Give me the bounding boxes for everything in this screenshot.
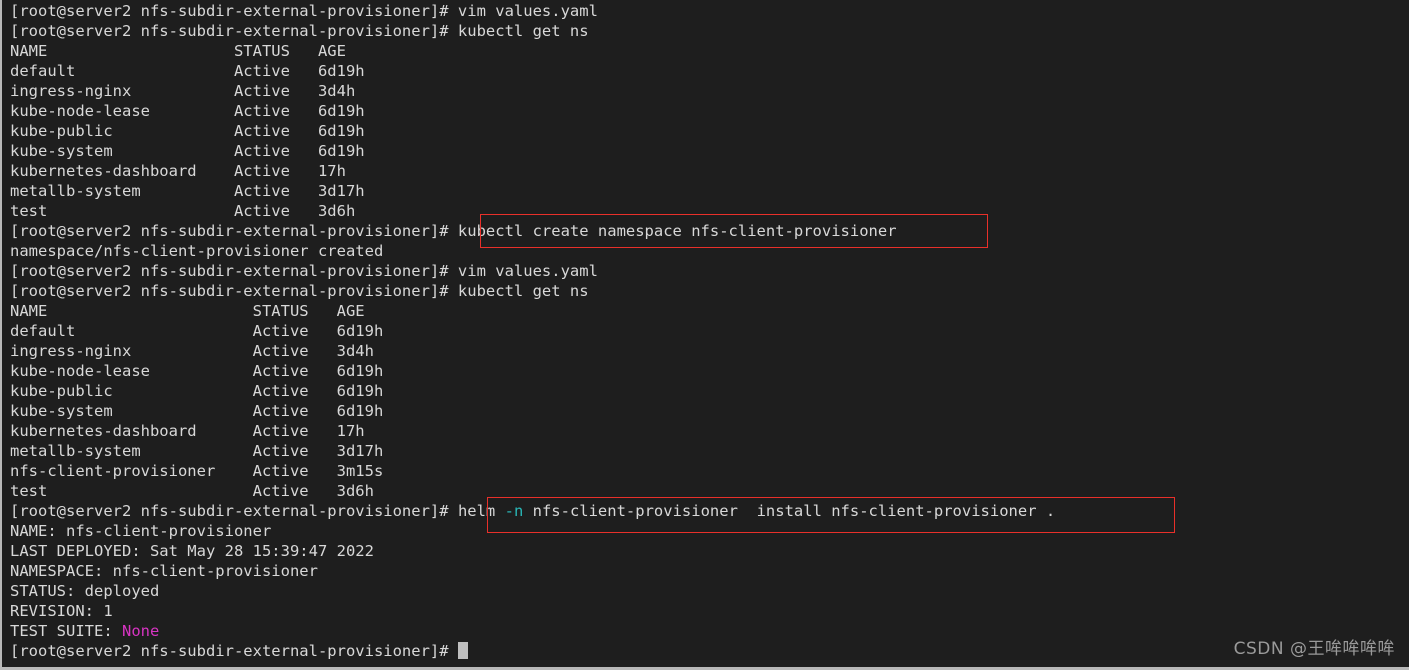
terminal-line-text: kube-system Active 6d19h bbox=[10, 402, 384, 420]
helm-namespace-line: NAMESPACE: nfs-client-provisioner bbox=[2, 561, 1409, 581]
table-row: default Active 6d19h bbox=[2, 321, 1409, 341]
shell-prompt: [root@server2 nfs-subdir-external-provis… bbox=[10, 642, 458, 660]
table-row: kube-node-lease Active 6d19h bbox=[2, 101, 1409, 121]
terminal-output[interactable]: [root@server2 nfs-subdir-external-provis… bbox=[2, 0, 1409, 661]
table-row: default Active 6d19h bbox=[2, 61, 1409, 81]
csdn-watermark: CSDN @王哞哞哞哞 bbox=[1233, 639, 1395, 659]
terminal-line-text: [root@server2 nfs-subdir-external-provis… bbox=[10, 22, 589, 40]
table-row: test Active 3d6h bbox=[2, 201, 1409, 221]
terminal-line-text: ingress-nginx Active 3d4h bbox=[10, 342, 374, 360]
terminal-line-text: kube-system Active 6d19h bbox=[10, 142, 365, 160]
text-cursor bbox=[457, 642, 468, 659]
table-row: metallb-system Active 3d17h bbox=[2, 441, 1409, 461]
terminal-line-text: test Active 3d6h bbox=[10, 202, 356, 220]
terminal-line: [root@server2 nfs-subdir-external-provis… bbox=[2, 281, 1409, 301]
terminal-line-text: test Active 3d6h bbox=[10, 482, 374, 500]
terminal-line: [root@server2 nfs-subdir-external-provis… bbox=[2, 1, 1409, 21]
helm-test-suite-line: TEST SUITE: None bbox=[2, 621, 1409, 641]
table-row: kube-public Active 6d19h bbox=[2, 381, 1409, 401]
test-suite-value: None bbox=[121, 622, 160, 640]
terminal-line-helm-install: [root@server2 nfs-subdir-external-provis… bbox=[2, 501, 1409, 521]
terminal-line-text: REVISION: 1 bbox=[10, 602, 113, 620]
terminal-line-text: kube-node-lease Active 6d19h bbox=[10, 362, 384, 380]
terminal-line: [root@server2 nfs-subdir-external-provis… bbox=[2, 21, 1409, 41]
terminal-line-text: LAST DEPLOYED: Sat May 28 15:39:47 2022 bbox=[10, 542, 374, 560]
terminal-line-text: namespace/nfs-client-provisioner created bbox=[10, 242, 384, 260]
table-row: test Active 3d6h bbox=[2, 481, 1409, 501]
terminal-line-text: NAMESPACE: nfs-client-provisioner bbox=[10, 562, 318, 580]
shell-prompt: [root@server2 nfs-subdir-external-provis… bbox=[10, 502, 458, 520]
terminal-line-text: kube-node-lease Active 6d19h bbox=[10, 102, 365, 120]
helm-last-deployed-line: LAST DEPLOYED: Sat May 28 15:39:47 2022 bbox=[2, 541, 1409, 561]
terminal-line-text: [root@server2 nfs-subdir-external-provis… bbox=[10, 262, 598, 280]
terminal-line-text: [root@server2 nfs-subdir-external-provis… bbox=[10, 2, 598, 20]
helm-revision-line: REVISION: 1 bbox=[2, 601, 1409, 621]
table-row: kubernetes-dashboard Active 17h bbox=[2, 161, 1409, 181]
terminal-line-text: default Active 6d19h bbox=[10, 62, 365, 80]
table-header-row: NAME STATUS AGE bbox=[2, 41, 1409, 61]
table-row: kube-node-lease Active 6d19h bbox=[2, 361, 1409, 381]
terminal-line-text: kube-public Active 6d19h bbox=[10, 122, 365, 140]
terminal-line-text: NAME STATUS AGE bbox=[10, 302, 365, 320]
terminal-line-text: default Active 6d19h bbox=[10, 322, 384, 340]
terminal-window[interactable]: [root@server2 nfs-subdir-external-provis… bbox=[0, 0, 1409, 670]
terminal-line-text: [root@server2 nfs-subdir-external-provis… bbox=[10, 222, 897, 240]
table-row: ingress-nginx Active 3d4h bbox=[2, 81, 1409, 101]
terminal-line-create-namespace: [root@server2 nfs-subdir-external-provis… bbox=[2, 221, 1409, 241]
helm-command-tail: nfs-client-provisioner install nfs-clien… bbox=[523, 502, 1056, 520]
terminal-line-text: kubernetes-dashboard Active 17h bbox=[10, 422, 365, 440]
table-row: nfs-client-provisioner Active 3m15s bbox=[2, 461, 1409, 481]
terminal-line-text: ingress-nginx Active 3d4h bbox=[10, 82, 356, 100]
terminal-line-text: NAME STATUS AGE bbox=[10, 42, 346, 60]
test-suite-label: TEST SUITE: bbox=[10, 622, 122, 640]
terminal-line-text: NAME: nfs-client-provisioner bbox=[10, 522, 272, 540]
table-row: kube-system Active 6d19h bbox=[2, 141, 1409, 161]
terminal-line-text: STATUS: deployed bbox=[10, 582, 160, 600]
terminal-line-text: metallb-system Active 3d17h bbox=[10, 442, 384, 460]
helm-release-name-line: NAME: nfs-client-provisioner bbox=[2, 521, 1409, 541]
terminal-line-text: kubernetes-dashboard Active 17h bbox=[10, 162, 346, 180]
table-row: kube-system Active 6d19h bbox=[2, 401, 1409, 421]
table-row: kubernetes-dashboard Active 17h bbox=[2, 421, 1409, 441]
helm-status-line: STATUS: deployed bbox=[2, 581, 1409, 601]
table-row: metallb-system Active 3d17h bbox=[2, 181, 1409, 201]
terminal-line-text: kube-public Active 6d19h bbox=[10, 382, 384, 400]
terminal-line-text: nfs-client-provisioner Active 3m15s bbox=[10, 462, 384, 480]
terminal-line: [root@server2 nfs-subdir-external-provis… bbox=[2, 261, 1409, 281]
terminal-line-text: metallb-system Active 3d17h bbox=[10, 182, 365, 200]
table-row: ingress-nginx Active 3d4h bbox=[2, 341, 1409, 361]
terminal-line-text: [root@server2 nfs-subdir-external-provis… bbox=[10, 282, 589, 300]
table-row: kube-public Active 6d19h bbox=[2, 121, 1409, 141]
terminal-line-active-prompt[interactable]: [root@server2 nfs-subdir-external-provis… bbox=[2, 641, 1409, 661]
helm-namespace-flag: -n bbox=[504, 502, 524, 520]
table-header-row: NAME STATUS AGE bbox=[2, 301, 1409, 321]
helm-command-head: helm bbox=[457, 502, 505, 520]
terminal-line: namespace/nfs-client-provisioner created bbox=[2, 241, 1409, 261]
